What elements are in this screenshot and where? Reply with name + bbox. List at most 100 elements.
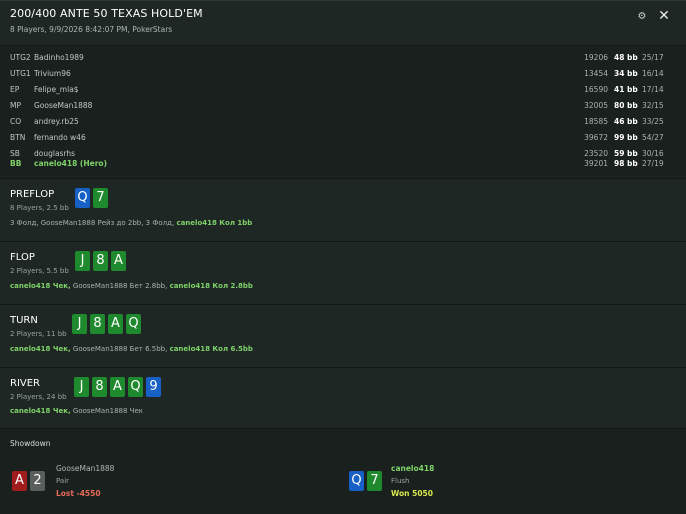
playing-card-club: A — [110, 377, 125, 397]
playing-card-club: J — [75, 251, 90, 271]
close-icon[interactable]: ✕ — [656, 8, 672, 24]
player-bb: 48 bb — [614, 53, 638, 62]
hero-action: canelo418 Кол 2.8bb — [169, 282, 253, 290]
hero-hole-cards: Q7 — [75, 188, 108, 208]
player-bb: 41 bb — [614, 85, 638, 94]
street-actions: canelo418 Чек, GooseMan1888 Бет 2.8bb, c… — [10, 282, 253, 290]
player-row: EP Felipe_mla$ 16590 41 bb 17/14 — [0, 82, 686, 98]
player-stack: 18585 — [584, 117, 608, 126]
action-text: GooseMan1888 Чек — [72, 407, 144, 415]
playing-card-club: Q — [126, 314, 141, 334]
hand-subtitle: 8 Players, 9/9/2026 8:42:07 PM, PokerSta… — [10, 25, 173, 34]
player-row: MP GooseMan1888 32005 80 bb 32/15 — [0, 98, 686, 114]
player-name: Trivium96 — [34, 69, 71, 78]
player-stats: 16/14 — [642, 69, 664, 78]
board-cards: J8AQ — [72, 314, 141, 334]
showdown-title: Showdown — [10, 439, 51, 448]
player-name: andrey.rb25 — [34, 117, 79, 126]
player-stack: 19206 — [584, 53, 608, 62]
player-row: BTN fernando w46 39672 99 bb 54/27 — [0, 130, 686, 146]
player-position: EP — [10, 85, 20, 94]
street-info: 8 Players, 2.5 bb — [10, 204, 69, 212]
hero-action: canelo418 Чек, — [10, 282, 71, 290]
playing-card-club: A — [111, 251, 126, 271]
player-name: Felipe_mla$ — [34, 85, 79, 94]
player-position: MP — [10, 101, 21, 110]
player-row: UTG2 Badinho1989 19206 48 bb 25/17 — [0, 50, 686, 66]
player-stack: 13454 — [584, 69, 608, 78]
player-row: UTG1 Trivium96 13454 34 bb 16/14 — [0, 66, 686, 82]
street-actions: canelo418 Чек, GooseMan1888 Чек — [10, 407, 143, 415]
hand-history-window: 200/400 ANTE 50 TEXAS HOLD'EM 8 Players,… — [0, 0, 686, 514]
villain-hand: Pair — [56, 477, 70, 485]
player-bb: 46 bb — [614, 117, 638, 126]
street-river: RIVER 2 Players, 24 bb J8AQ9 canelo418 Ч… — [0, 367, 686, 429]
action-text: GooseMan1888 Бет 2.8bb, — [72, 282, 168, 290]
playing-card-club: 7 — [367, 471, 382, 491]
playing-card-diamond: Q — [75, 188, 90, 208]
action-text: 3 Фолд, GooseMan1888 Рейз до 2bb, 3 Фолд… — [10, 219, 175, 227]
player-stack: 32005 — [584, 101, 608, 110]
street-turn: TURN 2 Players, 11 bb J8AQ canelo418 Чек… — [0, 304, 686, 367]
playing-card-club: 8 — [92, 377, 107, 397]
playing-card-club: A — [108, 314, 123, 334]
player-stats: 25/17 — [642, 53, 664, 62]
page-title: 200/400 ANTE 50 TEXAS HOLD'EM — [10, 7, 203, 20]
hero-cards: Q7 — [349, 471, 382, 491]
hero-hand: Flush — [391, 477, 410, 485]
board-cards: J8AQ9 — [74, 377, 161, 397]
player-name: fernando w46 — [34, 133, 86, 142]
hero-action: canelo418 Чек, — [10, 407, 71, 415]
player-name: Badinho1989 — [34, 53, 84, 62]
player-position: UTG2 — [10, 53, 31, 62]
street-actions: canelo418 Чек, GooseMan1888 Бет 6.5bb, c… — [10, 345, 253, 353]
hero-action: canelo418 Кол 6.5bb — [169, 345, 253, 353]
player-bb: 80 bb — [614, 101, 638, 110]
street-info: 2 Players, 11 bb — [10, 330, 67, 338]
hero-action: canelo418 Чек, — [10, 345, 71, 353]
player-stack: 39201 — [584, 159, 608, 168]
player-stats: 27/19 — [642, 159, 664, 168]
showdown-section: Showdown A2 GooseMan1888 Pair Lost -4550… — [0, 428, 686, 514]
player-stats: 33/25 — [642, 117, 664, 126]
player-stack: 16590 — [584, 85, 608, 94]
playing-card-spade: 2 — [30, 471, 45, 491]
player-stats: 32/15 — [642, 101, 664, 110]
player-row-hero: BB canelo418 (Hero) 39201 98 bb 27/19 — [0, 156, 686, 172]
playing-card-heart: A — [12, 471, 27, 491]
playing-card-club: 8 — [90, 314, 105, 334]
gear-icon[interactable]: ⚙ — [636, 11, 648, 23]
villain-name: GooseMan1888 — [56, 464, 115, 473]
player-position: CO — [10, 117, 22, 126]
street-name: FLOP — [10, 252, 35, 263]
window-header: 200/400 ANTE 50 TEXAS HOLD'EM 8 Players,… — [0, 1, 686, 46]
player-name: canelo418 (Hero) — [34, 159, 107, 168]
playing-card-club: J — [72, 314, 87, 334]
hero-result: Won 5050 — [391, 489, 433, 498]
playing-card-club: Q — [128, 377, 143, 397]
hero-action: canelo418 Кол 1bb — [176, 219, 253, 227]
playing-card-club: 8 — [93, 251, 108, 271]
playing-card-diamond: 9 — [146, 377, 161, 397]
street-info: 2 Players, 5.5 bb — [10, 267, 69, 275]
player-stats: 17/14 — [642, 85, 664, 94]
player-bb: 99 bb — [614, 133, 638, 142]
villain-result: Lost -4550 — [56, 489, 101, 498]
player-row: CO andrey.rb25 18585 46 bb 33/25 — [0, 114, 686, 130]
player-bb: 34 bb — [614, 69, 638, 78]
player-stack: 39672 — [584, 133, 608, 142]
player-stats: 54/27 — [642, 133, 664, 142]
street-actions: 3 Фолд, GooseMan1888 Рейз до 2bb, 3 Фолд… — [10, 219, 252, 227]
street-preflop: PREFLOP 8 Players, 2.5 bb Q7 3 Фолд, Goo… — [0, 178, 686, 241]
villain-cards: A2 — [12, 471, 45, 491]
playing-card-club: J — [74, 377, 89, 397]
board-cards: J8A — [75, 251, 126, 271]
player-position: UTG1 — [10, 69, 31, 78]
playing-card-diamond: Q — [349, 471, 364, 491]
street-name: TURN — [10, 315, 38, 326]
playing-card-club: 7 — [93, 188, 108, 208]
street-name: PREFLOP — [10, 189, 55, 200]
player-name: GooseMan1888 — [34, 101, 93, 110]
street-flop: FLOP 2 Players, 5.5 bb J8A canelo418 Чек… — [0, 241, 686, 304]
street-info: 2 Players, 24 bb — [10, 393, 67, 401]
